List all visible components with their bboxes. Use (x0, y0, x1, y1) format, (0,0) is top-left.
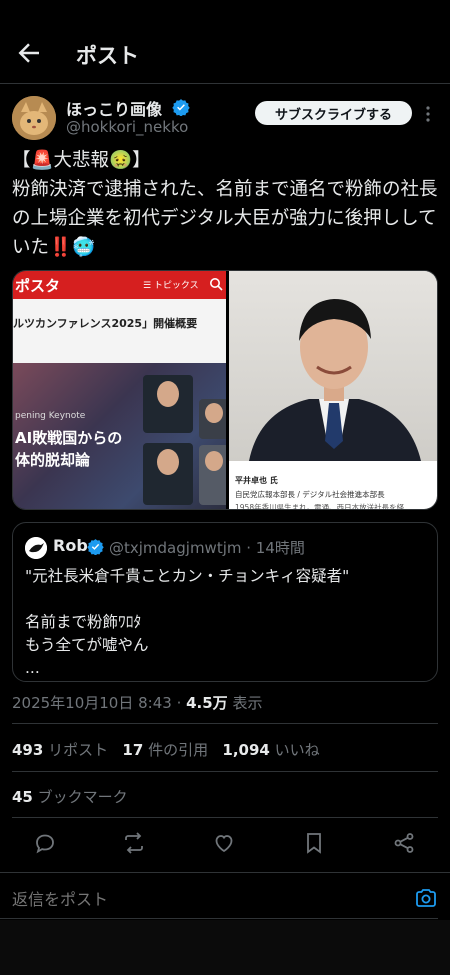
search-icon (210, 278, 223, 291)
quoted-text: "元社長米倉千貴ことカン・チョンキィ容疑者" 名前まで粉飾ﾜﾛﾀ もう全てが嘘や… (25, 567, 350, 677)
more-options-icon[interactable] (420, 104, 436, 124)
repost-icon[interactable] (122, 831, 146, 855)
share-icon[interactable] (392, 831, 416, 855)
back-arrow-icon[interactable] (14, 38, 44, 68)
site-logo: ポスタ (15, 277, 61, 295)
site-header-bar: ポスタ ☰ トピックス (13, 271, 226, 299)
bookmark-icon[interactable] (302, 831, 326, 855)
bird-avatar-icon (25, 537, 47, 559)
subscribe-button[interactable]: サブスクライブする (255, 101, 412, 125)
tweet-text: 【🚨大悲報🤢】 粉飾決済で逮捕された、名前まで通名で粉飾の社長の上場企業を初代デ… (12, 150, 438, 258)
camera-icon[interactable] (414, 886, 438, 910)
conference-title: ルツカンファレンス2025」開催概要 (13, 317, 198, 330)
quoted-handle-time: @txjmdagjmwtjm · 14時間 (109, 539, 305, 557)
speaker-photo (199, 399, 226, 439)
verified-badge-icon (87, 539, 104, 555)
portrait-photo (229, 271, 437, 461)
quoted-post[interactable]: Rob @txjmdagjmwtjm · 14時間 "元社長米倉千貴ことカン・チ… (12, 522, 438, 682)
verified-badge-icon (172, 99, 190, 116)
site-menu-label: ☰ トピックス (143, 281, 199, 291)
heart-icon[interactable] (212, 831, 236, 855)
caption-name: 平井卓也 氏 (235, 476, 278, 485)
like-count-link[interactable]: 1,094 いいね (222, 741, 319, 759)
view-count: 4.5万 (186, 694, 228, 712)
reply-underline (0, 918, 438, 919)
divider (12, 771, 438, 772)
caption-bio: 1958年香川県生まれ。電通、西日本放送社長を経 (235, 503, 405, 510)
bookmark-label: ブックマーク (37, 788, 128, 806)
reply-icon[interactable] (33, 831, 57, 855)
avatar[interactable] (12, 96, 56, 140)
conference-band (13, 299, 226, 363)
media-image-right[interactable]: 平井卓也 氏 自民党広報本部長 / デジタル社会推進本部長 1958年香川県生ま… (229, 271, 437, 510)
quote-count-link[interactable]: 17 件の引用 (122, 741, 208, 759)
author-handle[interactable]: @hokkori_nekko (66, 118, 188, 136)
media-image-left[interactable]: ポスタ ☰ トピックス ルツカンファレンス2025」開催概要 pening Ke… (13, 271, 226, 509)
divider (12, 723, 438, 724)
media-grid: ポスタ ☰ トピックス ルツカンファレンス2025」開催概要 pening Ke… (12, 270, 438, 510)
like-count: 1,094 (222, 741, 270, 759)
post-timestamp[interactable]: 2025年10月10日 8:43 · (12, 694, 186, 712)
repost-count-link[interactable]: 493 リポスト (12, 741, 108, 759)
like-label: いいね (274, 741, 320, 759)
divider (12, 817, 438, 818)
reply-input[interactable] (12, 888, 408, 914)
person-portrait-icon (249, 299, 421, 461)
bookmark-count-link[interactable]: 45 ブックマーク (12, 786, 128, 807)
caption-role: 自民党広報本部長 / デジタル社会推進本部長 (235, 490, 385, 499)
repost-label: リポスト (48, 741, 109, 759)
speaker-photo (199, 445, 226, 505)
quoted-avatar (25, 537, 47, 559)
cat-avatar-icon (12, 96, 56, 140)
bottom-area (0, 920, 450, 975)
view-label: 表示 (227, 694, 263, 712)
post-meta: 2025年10月10日 8:43 · 4.5万 表示 (12, 692, 262, 713)
speaker-photo (143, 375, 193, 433)
author-display-name[interactable]: ほっこり画像 (66, 96, 162, 120)
bookmark-count: 45 (12, 788, 33, 806)
top-bar: ポスト (0, 0, 450, 84)
keynote-label: pening Keynote (15, 411, 86, 421)
quote-label: 件の引用 (148, 741, 209, 759)
repost-count: 493 (12, 741, 44, 759)
speaker-photo (143, 443, 193, 505)
quoted-author-name: Rob (53, 536, 88, 555)
quote-count: 17 (122, 741, 144, 759)
page-title: ポスト (76, 44, 139, 68)
keynote-title: AI敗戦国からの 体的脱却論 (15, 429, 123, 469)
engagement-stats: 493 リポスト 17 件の引用 1,094 いいね (12, 739, 320, 760)
